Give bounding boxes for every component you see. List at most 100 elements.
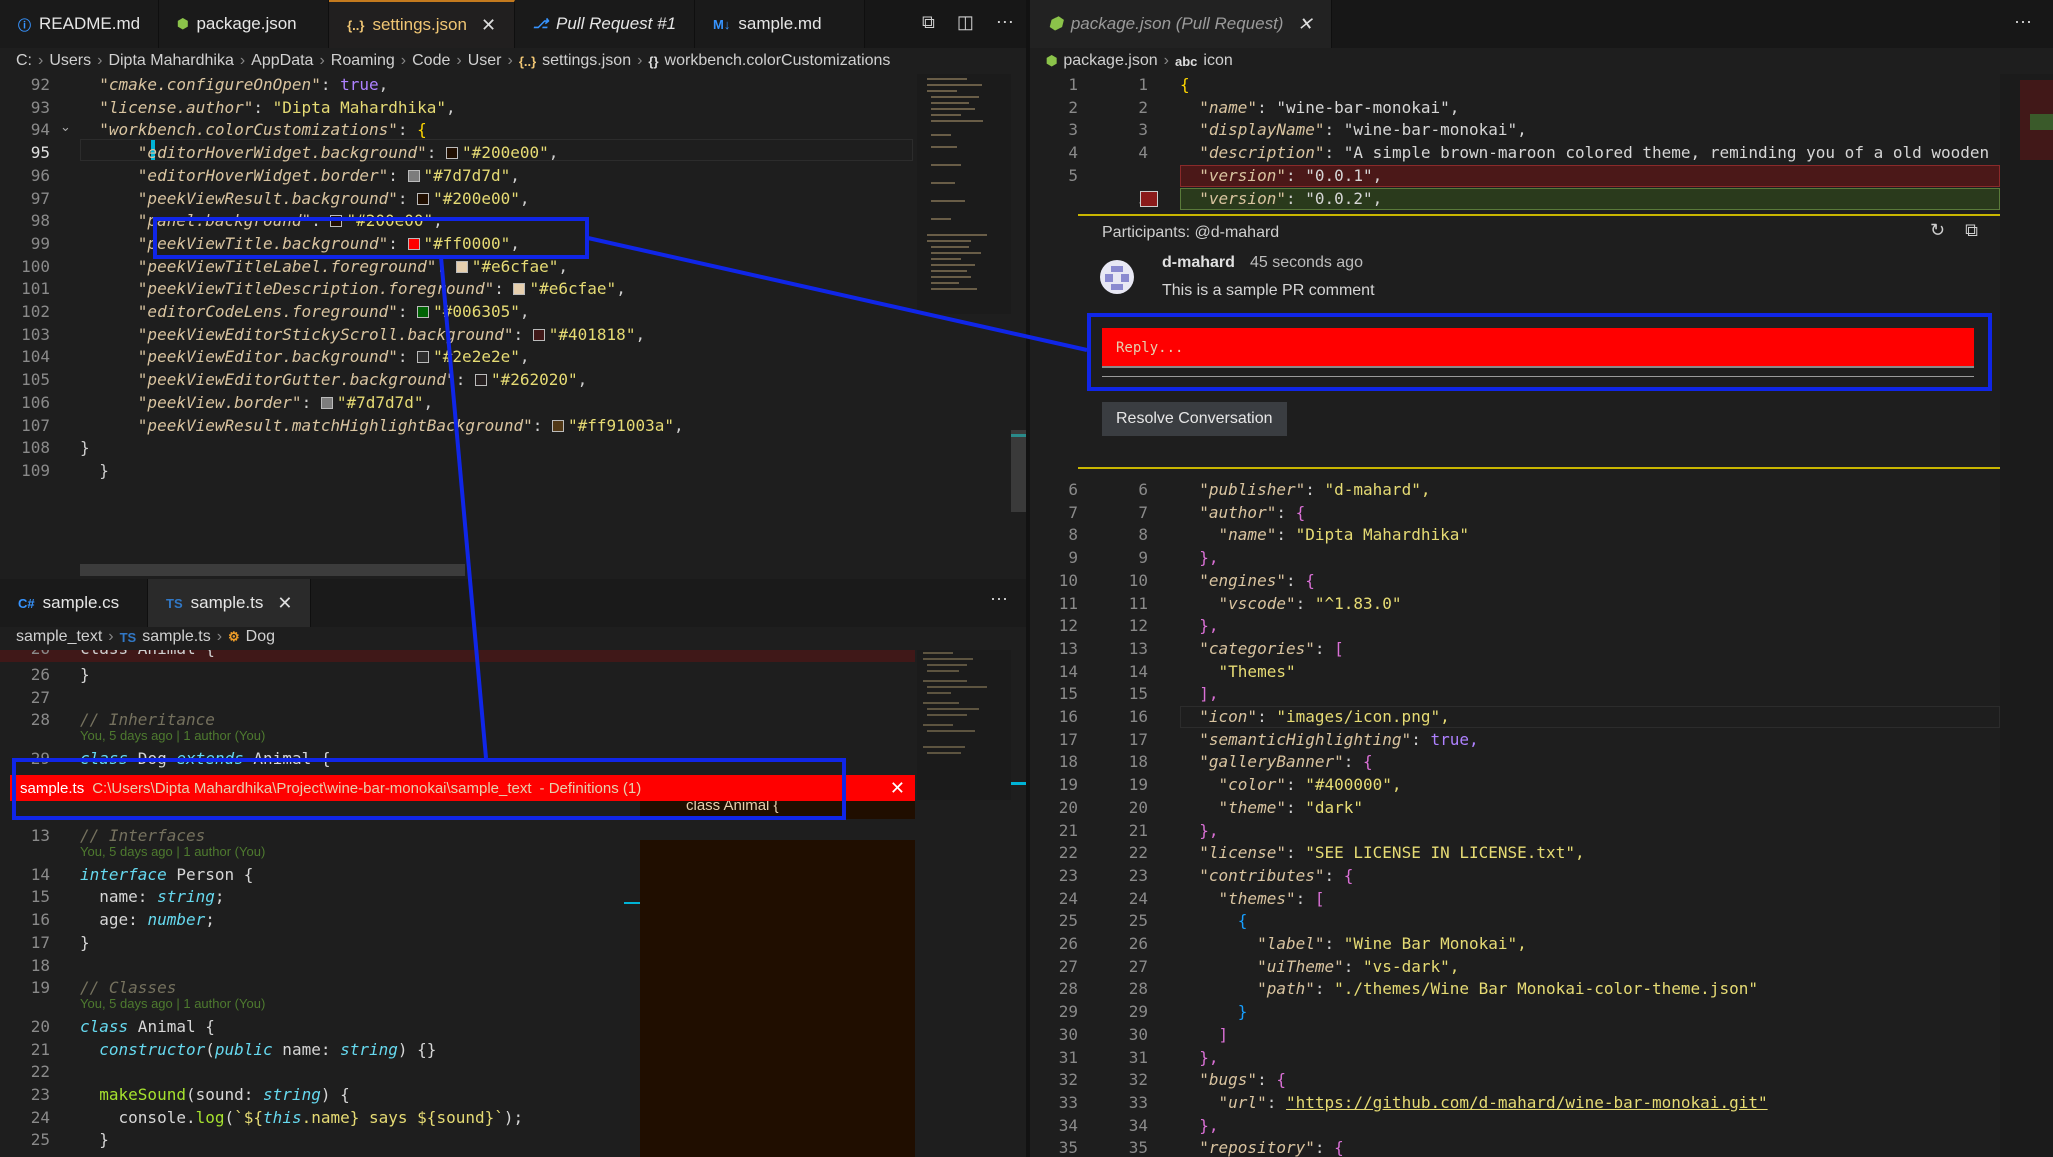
breadcrumb-item[interactable]: Code <box>412 52 450 70</box>
git-blame-codelens[interactable]: You, 5 days ago | 1 author (You) <box>80 996 265 1011</box>
breadcrumb-item[interactable]: C: <box>16 52 32 70</box>
breadcrumb-item[interactable]: User <box>468 52 502 70</box>
diff-line: ], <box>1180 683 1218 706</box>
breadcrumb-item[interactable]: package.json <box>1063 52 1157 70</box>
colon: : <box>1314 1138 1335 1157</box>
peek-close-icon[interactable]: ✕ <box>890 778 905 799</box>
json-value: }, <box>1199 548 1219 568</box>
breadcrumb-item[interactable]: sample_text <box>16 628 102 646</box>
tab-settings-json[interactable]: {..} settings.json ✕ <box>329 0 516 48</box>
pr-diff-editor[interactable]: 1 1{2 2 "name": "wine-bar-monokai", 3 3 "dis… <box>1030 74 2053 1157</box>
line-number: 99 <box>30 233 50 253</box>
more-actions-icon[interactable]: ⋯ <box>996 12 1014 33</box>
color-swatch[interactable] <box>532 328 545 341</box>
settings-editor[interactable]: 92 93 94 95 96 97 98 99 100 101 102 103 104 105 106 107… <box>0 74 1026 579</box>
right-more-actions-icon[interactable]: ⋯ <box>2014 12 2032 33</box>
modified-line-number: 29 <box>1128 1002 1148 1022</box>
color-swatch[interactable] <box>552 419 565 432</box>
close-icon[interactable]: ✕ <box>481 15 496 36</box>
breadcrumb-item[interactable]: Dog <box>246 628 275 646</box>
breadcrumb-item[interactable]: settings.json <box>542 52 631 70</box>
breadcrumb: C: › Users › Dipta Mahardhika › AppData › Roamin… <box>16 48 1016 74</box>
horizontal-scrollbar[interactable] <box>80 564 465 576</box>
color-swatch[interactable] <box>417 351 430 364</box>
git-blame-codelens[interactable]: You, 5 days ago | 1 author (You) <box>80 728 265 743</box>
setting-key: "peekViewEditorStickyScroll.background" <box>137 324 514 344</box>
tab-sample-ts[interactable]: TS sample.ts ✕ <box>148 579 312 627</box>
setting-value: "#ff91003a" <box>568 415 674 435</box>
breadcrumb-item[interactable]: icon <box>1203 52 1232 70</box>
color-swatch[interactable] <box>320 396 333 409</box>
tab-label: README.md <box>39 14 141 33</box>
color-swatch[interactable] <box>513 283 526 296</box>
tab-sample-md[interactable]: M↓ sample.md <box>695 0 866 48</box>
color-swatch[interactable] <box>417 192 430 205</box>
color-swatch[interactable] <box>446 147 459 160</box>
line-number: 25 <box>30 1130 50 1150</box>
close-icon[interactable]: ✕ <box>277 593 292 614</box>
tab-package-json[interactable]: ⬢ package.json <box>159 0 330 48</box>
open-changes-icon[interactable]: ⧉ <box>922 12 935 33</box>
breadcrumb-item[interactable]: sample.ts <box>142 628 210 646</box>
line-number: 94 <box>30 120 50 140</box>
color-swatch[interactable] <box>455 260 468 273</box>
breadcrumb-item[interactable]: AppData <box>251 52 313 70</box>
refresh-icon[interactable]: ↻ <box>1930 220 1945 241</box>
split-editor-icon[interactable]: ◫ <box>957 12 974 33</box>
modified-line-number: 22 <box>1128 843 1148 863</box>
json-key: "path" <box>1257 979 1315 999</box>
original-line-number: 6 <box>1068 480 1078 499</box>
sample-ts-editor[interactable]: 26 class Animal { 26}2728// InheritanceY… <box>0 650 1026 1157</box>
colon: : <box>1324 865 1344 885</box>
original-line-number: 34 <box>1058 1115 1078 1135</box>
tab-label: Pull Request #1 <box>556 14 677 33</box>
original-line-number: 33 <box>1058 1092 1078 1112</box>
color-swatch[interactable] <box>417 306 430 319</box>
color-swatch[interactable] <box>474 374 487 387</box>
colon: : <box>1411 729 1431 749</box>
line-numbers: 92 93 94 95 96 97 98 99 100 101 102 103 104 105 106 107… <box>0 74 50 483</box>
breadcrumb-item[interactable]: workbench.colorCustomizations <box>665 52 891 70</box>
breadcrumb-item[interactable]: Roaming <box>331 52 395 70</box>
json-value: "Themes" <box>1218 661 1296 681</box>
modified-line-number: 28 <box>1128 979 1148 999</box>
diff-line: ] <box>1180 1024 1229 1047</box>
comment-author[interactable]: d-mahard <box>1162 254 1235 272</box>
diff-line: "theme": "dark" <box>1180 797 1364 820</box>
sticky-scroll-line[interactable]: 26 class Animal { <box>0 650 915 662</box>
git-blame-codelens[interactable]: You, 5 days ago | 1 author (You) <box>80 844 265 859</box>
comma: , <box>635 324 646 344</box>
diff-line: "color": "#400000", <box>1180 774 1402 797</box>
code-line: console.log(`${this.name} says ${sound}`… <box>80 1107 524 1127</box>
json-key: "publisher" <box>1199 480 1306 499</box>
diff-line: "label": "Wine Bar Monokai", <box>1180 933 1527 956</box>
bottom-more-actions-icon[interactable]: ⋯ <box>990 589 1008 610</box>
line-number: 14 <box>30 864 50 884</box>
close-icon[interactable]: ✕ <box>1297 14 1312 35</box>
info-icon: ⓘ <box>18 17 32 33</box>
npm-json-icon: ⬢ <box>177 16 189 31</box>
diff-line: "path": "./themes/Wine Bar Monokai-color… <box>1180 978 1758 1001</box>
original-line-number: 20 <box>1058 797 1078 817</box>
tab-sample-cs[interactable]: C# sample.cs <box>0 579 148 627</box>
setting-key: "peekViewResult.background" <box>137 188 398 208</box>
tab-pull-request-1[interactable]: ⎇ Pull Request #1 <box>515 0 696 48</box>
breadcrumb-item[interactable]: Users <box>49 52 91 70</box>
colon: : <box>253 97 273 117</box>
tab-readme-md[interactable]: ⓘ README.md <box>0 0 160 48</box>
color-swatch[interactable] <box>407 169 420 182</box>
minimap[interactable] <box>917 74 1011 314</box>
typescript-icon: TS <box>119 629 137 645</box>
collapse-all-icon[interactable]: ⧉ <box>1965 220 1978 241</box>
comment-glyph-icon[interactable] <box>1140 191 1158 207</box>
fold-chevron-icon[interactable]: ⌄ <box>60 119 71 135</box>
vertical-scrollbar[interactable] <box>1011 430 1026 512</box>
resolve-conversation-button[interactable]: Resolve Conversation <box>1102 402 1287 436</box>
bottom-minimap[interactable] <box>917 650 1011 800</box>
setting-value: true <box>340 75 379 94</box>
breadcrumb-item[interactable]: Dipta Mahardhika <box>108 52 233 70</box>
json-value[interactable]: "https://github.com/d-mahard/wine-bar-mo… <box>1286 1093 1768 1112</box>
line-number: 100 <box>21 256 50 276</box>
setting-value: "#006305" <box>433 302 520 322</box>
tab-package-json-pr[interactable]: ⬢ package.json (Pull Request) ✕ <box>1030 0 1332 48</box>
